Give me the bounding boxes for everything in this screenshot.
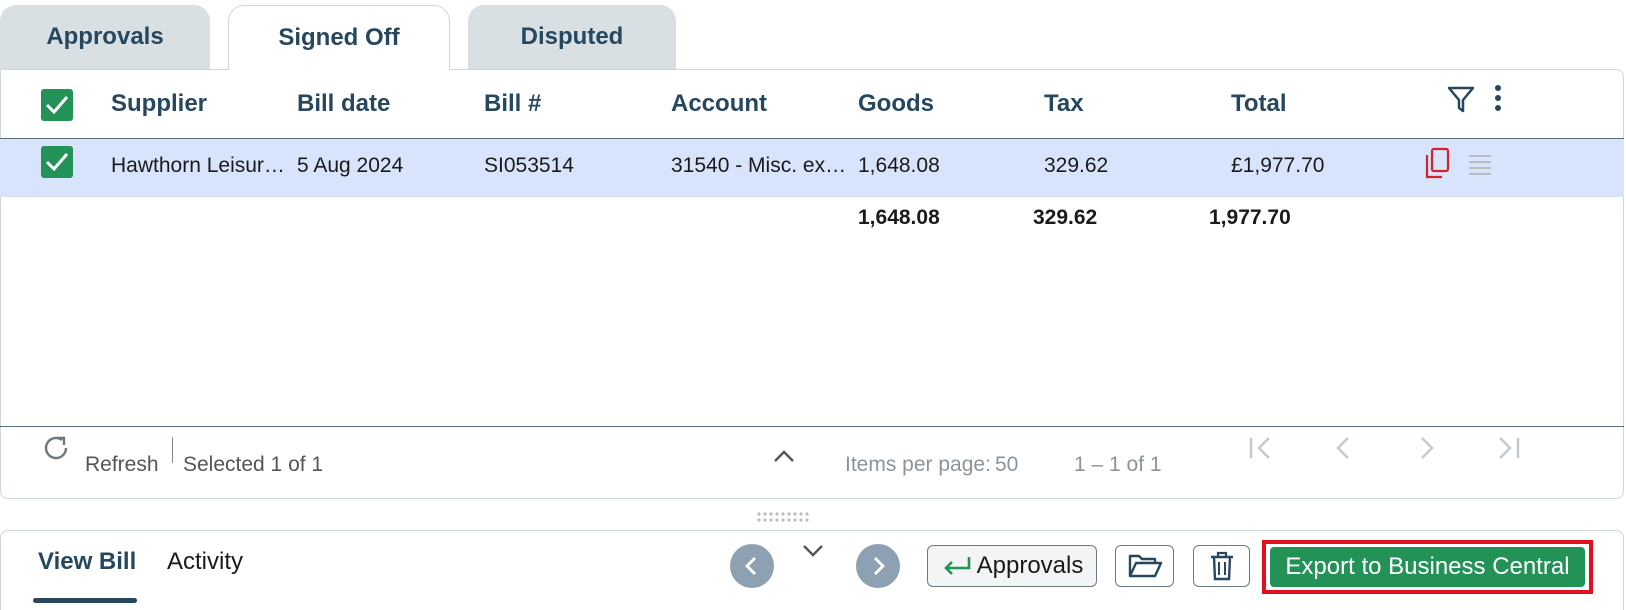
cell-goods: 1,648.08 [858, 154, 940, 177]
copy-icon[interactable] [1422, 147, 1452, 186]
next-bill-button[interactable] [856, 544, 900, 588]
export-to-business-central-button[interactable]: Export to Business Central [1270, 547, 1585, 587]
return-arrow-icon [943, 557, 970, 575]
column-header-total[interactable]: Total [1231, 90, 1287, 118]
return-to-approvals-button[interactable]: Approvals [927, 545, 1097, 587]
first-page-icon[interactable] [1247, 436, 1273, 465]
cell-supplier: Hawthorn Leisure Ltd [111, 154, 289, 177]
lines-icon[interactable] [1467, 152, 1493, 181]
footer-separator [172, 437, 173, 463]
column-header-bill-date[interactable]: Bill date [297, 90, 390, 118]
approvals-button-label: Approvals [976, 552, 1084, 579]
active-tab-indicator [33, 598, 137, 603]
page-range: 1 – 1 of 1 [1074, 453, 1162, 476]
next-page-icon[interactable] [1417, 436, 1437, 465]
tab-signed-off[interactable]: Signed Off [228, 5, 450, 70]
tab-activity[interactable]: Activity [167, 548, 243, 576]
total-amount: 1,977.70 [1209, 206, 1291, 229]
items-per-page-select[interactable]: 50 [995, 453, 1018, 477]
column-header-bill-number[interactable]: Bill # [484, 90, 541, 118]
trash-icon [1210, 551, 1233, 581]
filter-icon[interactable] [1446, 84, 1476, 119]
cell-bill-date: 5 Aug 2024 [297, 154, 404, 177]
bills-table-panel [0, 69, 1624, 499]
column-header-goods[interactable]: Goods [858, 90, 934, 118]
column-header-account[interactable]: Account [671, 90, 767, 118]
tab-approvals[interactable]: Approvals [0, 5, 210, 69]
select-all-checkbox[interactable] [41, 89, 73, 121]
open-folder-button[interactable] [1115, 545, 1174, 587]
previous-bill-button[interactable] [730, 544, 774, 588]
resize-handle[interactable] [756, 509, 810, 527]
items-per-page-label: Items per page: [845, 453, 991, 476]
chevron-down-icon[interactable] [801, 542, 825, 565]
cell-tax: 329.62 [1044, 154, 1109, 177]
prev-page-icon[interactable] [1333, 436, 1353, 465]
tab-label: Disputed [520, 23, 624, 50]
refresh-icon[interactable] [40, 432, 72, 469]
refresh-button[interactable]: Refresh [85, 453, 159, 477]
last-page-icon[interactable] [1496, 436, 1522, 465]
tab-disputed[interactable]: Disputed [468, 5, 676, 69]
tab-label: Approvals [46, 23, 164, 50]
column-header-tax[interactable]: Tax [1044, 90, 1084, 118]
cell-account: 31540 - Misc. external services [671, 154, 847, 177]
check-icon [45, 96, 69, 115]
check-icon [45, 153, 69, 172]
cell-total: £1,977.70 [1231, 154, 1325, 177]
chevron-right-icon [874, 557, 885, 575]
row-checkbox[interactable] [41, 146, 73, 178]
more-vert-icon[interactable] [1490, 83, 1506, 120]
total-tax: 329.62 [1033, 206, 1098, 229]
total-goods: 1,648.08 [858, 206, 940, 229]
footer-divider [0, 426, 1624, 427]
selected-count: Selected 1 of 1 [183, 453, 324, 476]
folder-icon [1128, 554, 1162, 578]
delete-button[interactable] [1193, 545, 1250, 587]
chevron-up-icon[interactable] [772, 447, 796, 470]
chevron-left-icon [745, 557, 756, 575]
column-header-supplier[interactable]: Supplier [111, 90, 207, 118]
tab-view-bill[interactable]: View Bill [38, 548, 136, 576]
cell-bill-number: SI053514 [484, 154, 574, 177]
tab-label: Signed Off [278, 24, 400, 51]
